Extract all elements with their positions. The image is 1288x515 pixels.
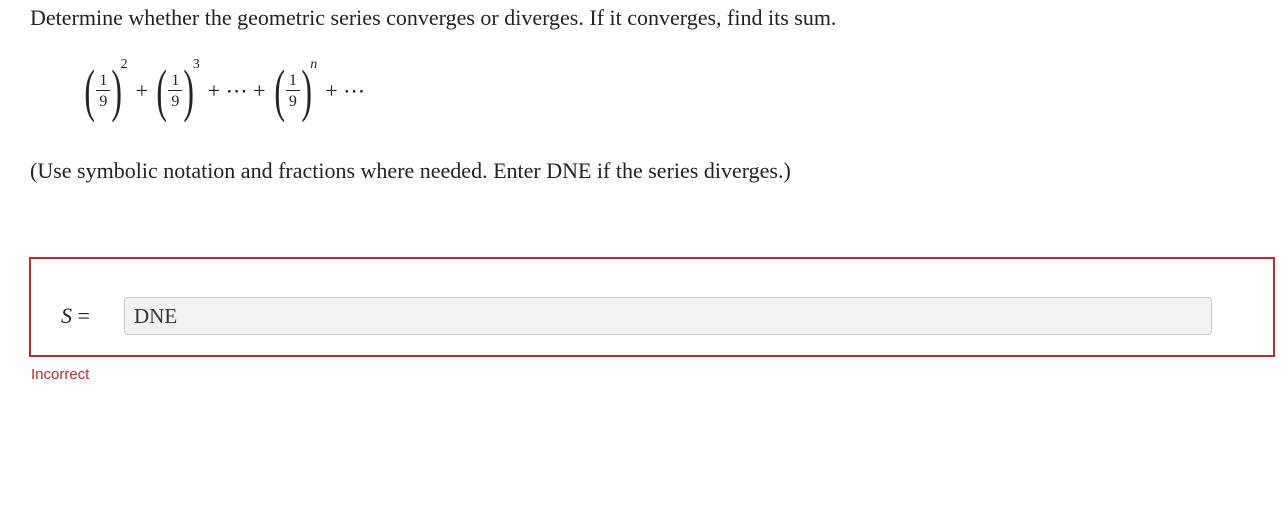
fraction-denominator: 9 — [171, 93, 180, 110]
fraction-denominator: 9 — [99, 93, 108, 110]
feedback-incorrect: Incorrect — [31, 366, 90, 383]
series-expression: ( 1 9 ) 2 + ( 1 9 ) 3 + ⋯ + ( 1 9 ) n + … — [84, 56, 373, 126]
series-term-2: ( 1 9 ) 3 — [156, 57, 199, 123]
fraction-bar — [285, 90, 300, 91]
exponent: 2 — [120, 57, 128, 72]
fraction: 1 9 — [168, 72, 183, 110]
plus-operator: + — [135, 78, 149, 103]
fraction-numerator: 1 — [99, 72, 108, 89]
answer-variable: S — [61, 303, 72, 328]
answer-label: S = — [61, 303, 90, 329]
trailing-ellipsis: + ⋯ — [325, 78, 366, 103]
exponent: 3 — [192, 57, 200, 72]
fraction-bar — [96, 90, 111, 91]
equals-sign: = — [77, 303, 90, 328]
series-term-1: ( 1 9 ) 2 — [84, 57, 127, 123]
series-term-n: ( 1 9 ) n — [273, 57, 317, 123]
answer-input[interactable] — [124, 297, 1212, 335]
exponent: n — [310, 57, 318, 72]
fraction: 1 9 — [96, 72, 111, 110]
fraction-denominator: 9 — [288, 93, 297, 110]
fraction-bar — [168, 90, 183, 91]
fraction-numerator: 1 — [171, 72, 180, 89]
instruction-note: (Use symbolic notation and fractions whe… — [30, 158, 791, 183]
ellipsis-operator: + ⋯ + — [207, 78, 266, 103]
left-paren-icon: ( — [156, 58, 168, 123]
question-prompt: Determine whether the geometric series c… — [30, 5, 837, 30]
left-paren-icon: ( — [273, 58, 285, 123]
fraction-numerator: 1 — [288, 72, 297, 89]
left-paren-icon: ( — [84, 58, 95, 123]
fraction: 1 9 — [285, 72, 300, 110]
answer-box: S = — [29, 257, 1275, 357]
